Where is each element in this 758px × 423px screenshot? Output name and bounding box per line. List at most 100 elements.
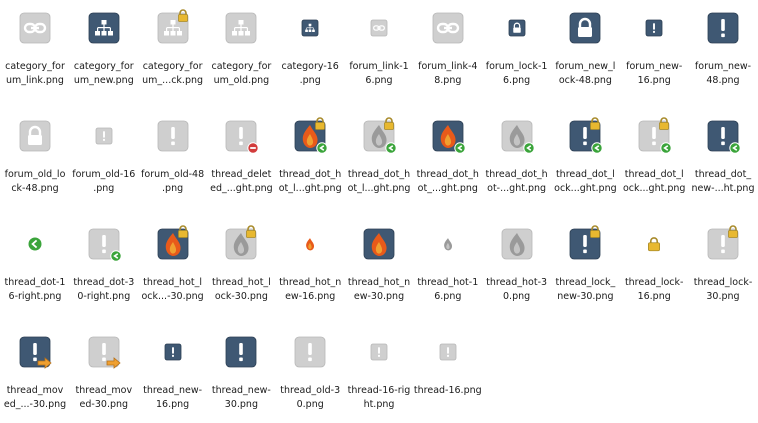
thread-hot-new-30-icon — [344, 216, 414, 272]
file-item[interactable]: thread_lock_ new-30.png — [550, 216, 620, 312]
file-item[interactable]: thread_dot_h ot_l...ght.png — [275, 108, 345, 204]
thread-dot-hot-lock-old-icon — [344, 108, 414, 164]
file-name: thread-16-rig ht.png — [347, 385, 411, 410]
file-name: thread_dot_h ot-...ght.png — [485, 169, 548, 194]
file-item[interactable]: forum_old_lo ck-48.png — [0, 108, 70, 204]
file-item[interactable]: category_for um_new.png — [69, 0, 139, 96]
thread-dot-lock-new-icon — [550, 108, 620, 164]
file-item[interactable]: thread_lock- 16.png — [619, 216, 689, 312]
file-item[interactable]: thread_dot-1 6-right.png — [0, 216, 70, 312]
file-item[interactable]: thread-16-rig ht.png — [344, 324, 414, 420]
file-item[interactable]: thread-16.png — [413, 324, 483, 420]
file-item[interactable]: thread_dot_h ot-...ght.png — [482, 108, 552, 204]
file-name: forum_new- 48.png — [694, 61, 752, 86]
file-name: forum_old-48 .png — [141, 169, 205, 194]
file-name: thread_hot_l ock...-30.png — [141, 277, 204, 302]
file-name: forum_link-1 6.png — [349, 61, 409, 86]
file-item[interactable]: thread_mov ed_...-30.png — [0, 324, 70, 420]
forum-old-lock-48-icon — [0, 108, 70, 164]
file-item[interactable]: category_for um_link.png — [0, 0, 70, 96]
file-name: forum_link-4 8.png — [418, 61, 478, 86]
file-name: thread_dot_h ot_l...ght.png — [347, 169, 411, 194]
category-new-icon — [69, 0, 139, 56]
file-name: thread_delet ed_...ght.png — [210, 169, 273, 194]
forum-old-16-icon — [69, 108, 139, 164]
file-item[interactable]: thread_lock- 30.png — [688, 216, 758, 312]
file-item[interactable]: thread_hot-3 0.png — [482, 216, 552, 312]
forum-link-48-icon — [413, 0, 483, 56]
category-old-icon — [206, 0, 276, 56]
file-name: category-16 .png — [281, 61, 339, 86]
file-name: forum_old_lo ck-48.png — [4, 169, 66, 194]
file-name: thread_old-3 0.png — [280, 385, 341, 410]
file-item[interactable]: thread_dot-3 0-right.png — [69, 216, 139, 312]
file-item[interactable]: thread_old-3 0.png — [275, 324, 345, 420]
file-name: forum_new- 16.png — [626, 61, 683, 86]
file-name: thread_dot_h ot_l...ght.png — [278, 169, 342, 194]
file-item[interactable]: thread_dot_h ot_...ght.png — [413, 108, 483, 204]
file-item[interactable]: thread_dot_l ock...ght.png — [619, 108, 689, 204]
file-name: thread_mov ed-30.png — [75, 385, 133, 410]
file-item[interactable]: thread_hot_n ew-16.png — [275, 216, 345, 312]
file-name: thread_new- 16.png — [143, 385, 203, 410]
thread-lock-30-icon — [688, 216, 758, 272]
forum-new-16-icon — [619, 0, 689, 56]
thread-moved-30-icon — [69, 324, 139, 380]
file-name: thread_hot-1 6.png — [417, 277, 479, 302]
file-item[interactable]: forum_lock-1 6.png — [482, 0, 552, 96]
file-name: forum_new_l ock-48.png — [555, 61, 616, 86]
file-item[interactable]: thread_mov ed-30.png — [69, 324, 139, 420]
file-item[interactable]: thread_dot_ new-...ht.png — [688, 108, 758, 204]
file-item[interactable]: forum_new_l ock-48.png — [550, 0, 620, 96]
file-item[interactable]: forum_link-1 6.png — [344, 0, 414, 96]
file-item[interactable]: thread_hot_n ew-30.png — [344, 216, 414, 312]
file-item[interactable]: thread_new- 30.png — [206, 324, 276, 420]
file-item[interactable]: forum_new- 16.png — [619, 0, 689, 96]
file-item[interactable]: forum_link-4 8.png — [413, 0, 483, 96]
thread-dot-new-icon — [688, 108, 758, 164]
thread-moved-new-icon — [0, 324, 70, 380]
file-item[interactable]: category_for um_old.png — [206, 0, 276, 96]
file-name: thread_lock- 30.png — [693, 277, 753, 302]
file-item[interactable]: category-16 .png — [275, 0, 345, 96]
file-name: thread_dot_h ot_...ght.png — [416, 169, 479, 194]
file-name: thread-16.png — [413, 385, 482, 396]
thread-lock-new-30-icon — [550, 216, 620, 272]
thread-hot-16-icon — [413, 216, 483, 272]
file-item[interactable]: forum_new- 48.png — [688, 0, 758, 96]
thread-hot-lock-30-icon — [206, 216, 276, 272]
category-16-icon — [275, 0, 345, 56]
file-grid: category_for um_link.png category_for um… — [0, 0, 758, 423]
thread-dot-hot-icon — [413, 108, 483, 164]
thread-dot-30-icon — [69, 216, 139, 272]
file-name: thread_new- 30.png — [211, 385, 271, 410]
forum-new-lock-48-icon — [550, 0, 620, 56]
file-name: thread_hot_n ew-16.png — [279, 277, 342, 302]
thread-16-right-icon — [344, 324, 414, 380]
thread-16-icon — [413, 324, 483, 380]
category-link-icon — [0, 0, 70, 56]
file-item[interactable]: category_for um_...ck.png — [138, 0, 208, 96]
forum-lock-16-icon — [482, 0, 552, 56]
file-name: thread_dot-1 6-right.png — [4, 277, 66, 302]
file-item[interactable]: thread_dot_h ot_l...ght.png — [344, 108, 414, 204]
file-item[interactable]: thread_dot_l ock...ght.png — [550, 108, 620, 204]
file-name: category_for um_new.png — [73, 61, 134, 86]
file-item[interactable]: thread_new- 16.png — [138, 324, 208, 420]
file-item[interactable]: thread_hot_l ock-30.png — [206, 216, 276, 312]
thread-dot-hot-lock-icon — [275, 108, 345, 164]
forum-link-16-icon — [344, 0, 414, 56]
file-item[interactable]: thread_hot_l ock...-30.png — [138, 216, 208, 312]
thread-old-30-icon — [275, 324, 345, 380]
file-item[interactable]: forum_old-16 .png — [69, 108, 139, 204]
file-item[interactable]: forum_old-48 .png — [138, 108, 208, 204]
file-name: thread_hot_l ock-30.png — [211, 277, 271, 302]
file-name: thread_lock- 16.png — [624, 277, 684, 302]
file-item[interactable]: thread_delet ed_...ght.png — [206, 108, 276, 204]
thread-hot-30-icon — [482, 216, 552, 272]
thread-hot-lock-new-icon — [138, 216, 208, 272]
file-name: category_for um_old.png — [211, 61, 272, 86]
file-item[interactable]: thread_hot-1 6.png — [413, 216, 483, 312]
category-lock-icon — [138, 0, 208, 56]
thread-deleted-icon — [206, 108, 276, 164]
